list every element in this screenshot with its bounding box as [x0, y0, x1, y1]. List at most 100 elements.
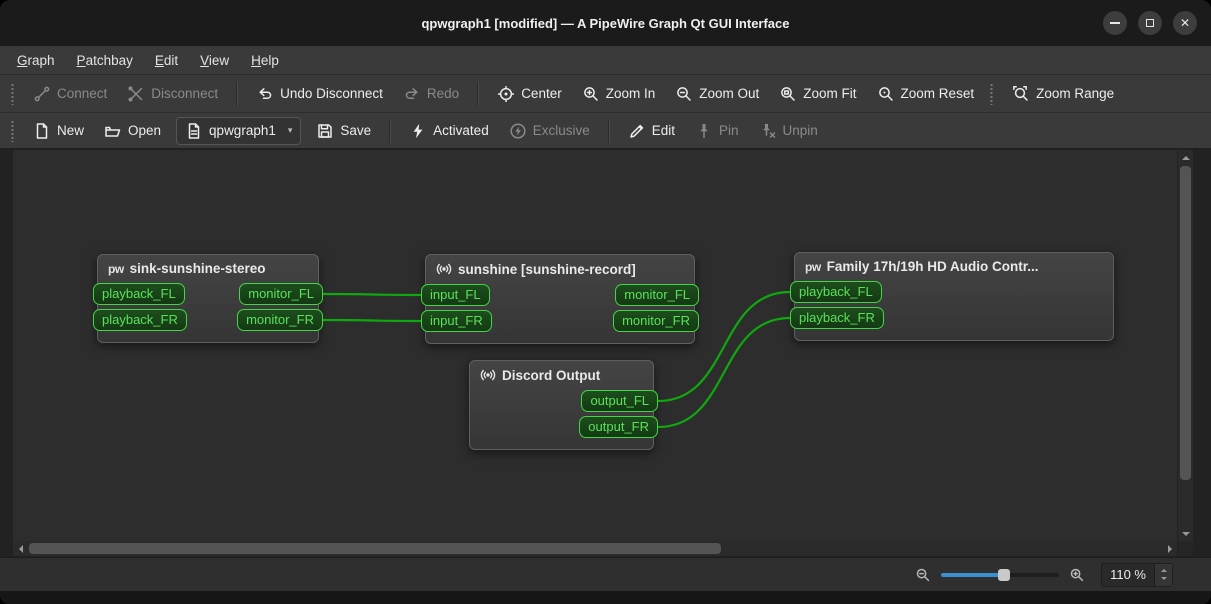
port-row: input_FR monitor_FR: [421, 310, 699, 332]
port-playback_FL[interactable]: playback_FL: [790, 281, 882, 303]
exclusive-button[interactable]: Exclusive: [500, 116, 599, 146]
horizontal-scroll-track[interactable]: [28, 541, 1162, 556]
maximize-button[interactable]: [1138, 11, 1162, 35]
horizontal-scroll-handle[interactable]: [29, 543, 721, 554]
title-bar[interactable]: qpwgraph1 [modified] — A PipeWire Graph …: [0, 0, 1211, 46]
status-bar: 110 %: [0, 557, 1211, 591]
unpin-button[interactable]: Unpin: [750, 116, 827, 146]
port-output_FR[interactable]: output_FR: [579, 416, 658, 438]
center-button[interactable]: Center: [488, 79, 571, 109]
scroll-left-button[interactable]: [13, 541, 28, 556]
zoom-fit-button[interactable]: Zoom Fit: [770, 79, 865, 109]
patchbay-session-combo[interactable]: qpwgraph1 ▾: [176, 116, 302, 145]
toolbar-handle[interactable]: [10, 82, 15, 105]
menu-view[interactable]: View: [189, 49, 240, 72]
app-window: qpwgraph1 [modified] — A PipeWire Graph …: [0, 0, 1211, 604]
port-output_FL[interactable]: output_FL: [581, 390, 658, 412]
open-folder-icon: [104, 122, 122, 140]
menu-edit[interactable]: Edit: [144, 49, 189, 72]
zoom-range-button[interactable]: Zoom Range: [1003, 79, 1123, 109]
port-playback_FR[interactable]: playback_FR: [790, 307, 884, 329]
zoom-out-small-icon: [915, 567, 931, 583]
horizontal-scrollbar[interactable]: [13, 541, 1177, 556]
scroll-left-icon: [18, 544, 23, 553]
toolbar-handle[interactable]: [10, 119, 15, 142]
pin-icon: [695, 122, 713, 140]
pipewire-icon: pw: [805, 259, 821, 274]
edit-button[interactable]: Edit: [619, 116, 684, 146]
edit-icon: [628, 122, 646, 140]
open-button[interactable]: Open: [95, 116, 170, 146]
graph-node-sunshine[interactable]: sunshine [sunshine-record] input_FLmonito…: [421, 254, 699, 344]
zoom-reset-icon: [877, 85, 895, 103]
port-playback_FL[interactable]: playback_FL: [93, 283, 185, 305]
close-button[interactable]: ✕: [1173, 11, 1197, 35]
scroll-right-button[interactable]: [1162, 541, 1177, 556]
scroll-down-icon: [1181, 531, 1190, 536]
window-title: qpwgraph1 [modified] — A PipeWire Graph …: [421, 15, 790, 31]
zoom-slider-handle[interactable]: [997, 568, 1010, 581]
zoom-spin-down-button[interactable]: [1155, 574, 1172, 586]
save-button[interactable]: Save: [307, 116, 380, 146]
port-playback_FR[interactable]: playback_FR: [93, 309, 187, 331]
zoom-slider[interactable]: [941, 567, 1060, 583]
port-monitor_FL[interactable]: monitor_FL: [615, 284, 699, 306]
toolbar-handle[interactable]: [989, 82, 995, 105]
new-button[interactable]: New: [24, 116, 93, 146]
port-row: playback_FL: [790, 281, 1113, 303]
toolbar-separator: [607, 118, 610, 143]
port-monitor_FR[interactable]: monitor_FR: [613, 310, 699, 332]
menu-help[interactable]: Help: [240, 49, 290, 72]
node-title: Discord Output: [502, 367, 601, 383]
scroll-up-button[interactable]: [1178, 150, 1193, 165]
connect-icon: [33, 85, 51, 103]
patchbay-toolbar: New Open qpwgraph1 ▾ Save Activated Excl…: [0, 113, 1211, 149]
vertical-scrollbar[interactable]: [1178, 150, 1193, 541]
zoom-spinbox[interactable]: 110 %: [1101, 562, 1173, 587]
scroll-up-icon: [1181, 155, 1190, 160]
zoom-slider-fill: [941, 572, 1004, 577]
node-header[interactable]: pw sink-sunshine-stereo: [98, 255, 318, 283]
zoom-in-small-icon: [1069, 567, 1085, 583]
node-header[interactable]: Discord Output: [470, 361, 653, 390]
activated-icon: [409, 122, 427, 140]
undo-disconnect-button[interactable]: Undo Disconnect: [247, 79, 392, 109]
node-header[interactable]: pw Family 17h/19h HD Audio Contr...: [795, 253, 1113, 281]
connect-button[interactable]: Connect: [24, 79, 116, 109]
redo-icon: [403, 85, 421, 103]
menu-graph[interactable]: Graph: [6, 49, 66, 72]
close-icon: ✕: [1179, 16, 1191, 30]
zoom-reset-button[interactable]: Zoom Reset: [868, 79, 984, 109]
pipewire-icon: pw: [108, 261, 124, 276]
port-row: playback_FL monitor_FL: [93, 283, 323, 305]
graph-canvas[interactable]: pw sink-sunshine-stereo playback_FL monitor…: [13, 150, 1177, 541]
zoom-out-button[interactable]: Zoom Out: [666, 79, 768, 109]
node-header[interactable]: sunshine [sunshine-record]: [426, 255, 694, 284]
vertical-scroll-track[interactable]: [1178, 165, 1193, 526]
port-monitor_FR[interactable]: monitor_FR: [237, 309, 323, 331]
disconnect-button[interactable]: Disconnect: [118, 79, 227, 109]
graph-node-sink[interactable]: pw sink-sunshine-stereo playback_FLmonitor…: [93, 254, 323, 343]
vertical-scroll-handle[interactable]: [1180, 166, 1191, 481]
port-row: output_FL: [470, 390, 658, 412]
graph-node-discord[interactable]: Discord Output output_FL output_FR: [469, 360, 658, 450]
pin-button[interactable]: Pin: [686, 116, 748, 146]
activated-button[interactable]: Activated: [400, 116, 498, 146]
port-row: playback_FR monitor_FR: [93, 309, 323, 331]
zoom-spin-up-button[interactable]: [1155, 563, 1172, 575]
redo-button[interactable]: Redo: [394, 79, 468, 109]
graph-node-family[interactable]: pw Family 17h/19h HD Audio Contr... playba…: [790, 252, 1114, 341]
port-input_FL[interactable]: input_FL: [421, 284, 490, 306]
unpin-icon: [759, 122, 777, 140]
zoom-fit-icon: [779, 85, 797, 103]
minimize-button[interactable]: [1103, 11, 1127, 35]
speaker-icon: [480, 367, 496, 383]
scroll-down-button[interactable]: [1178, 526, 1193, 541]
port-input_FR[interactable]: input_FR: [421, 310, 492, 332]
port-monitor_FL[interactable]: monitor_FL: [239, 283, 323, 305]
graph-view: pw sink-sunshine-stereo playback_FL monitor…: [0, 149, 1211, 557]
save-icon: [316, 122, 334, 140]
nodes-layer: pw sink-sunshine-stereo playback_FL monitor…: [13, 150, 1177, 541]
menu-patchbay[interactable]: Patchbay: [66, 49, 144, 72]
zoom-in-button[interactable]: Zoom In: [573, 79, 665, 109]
